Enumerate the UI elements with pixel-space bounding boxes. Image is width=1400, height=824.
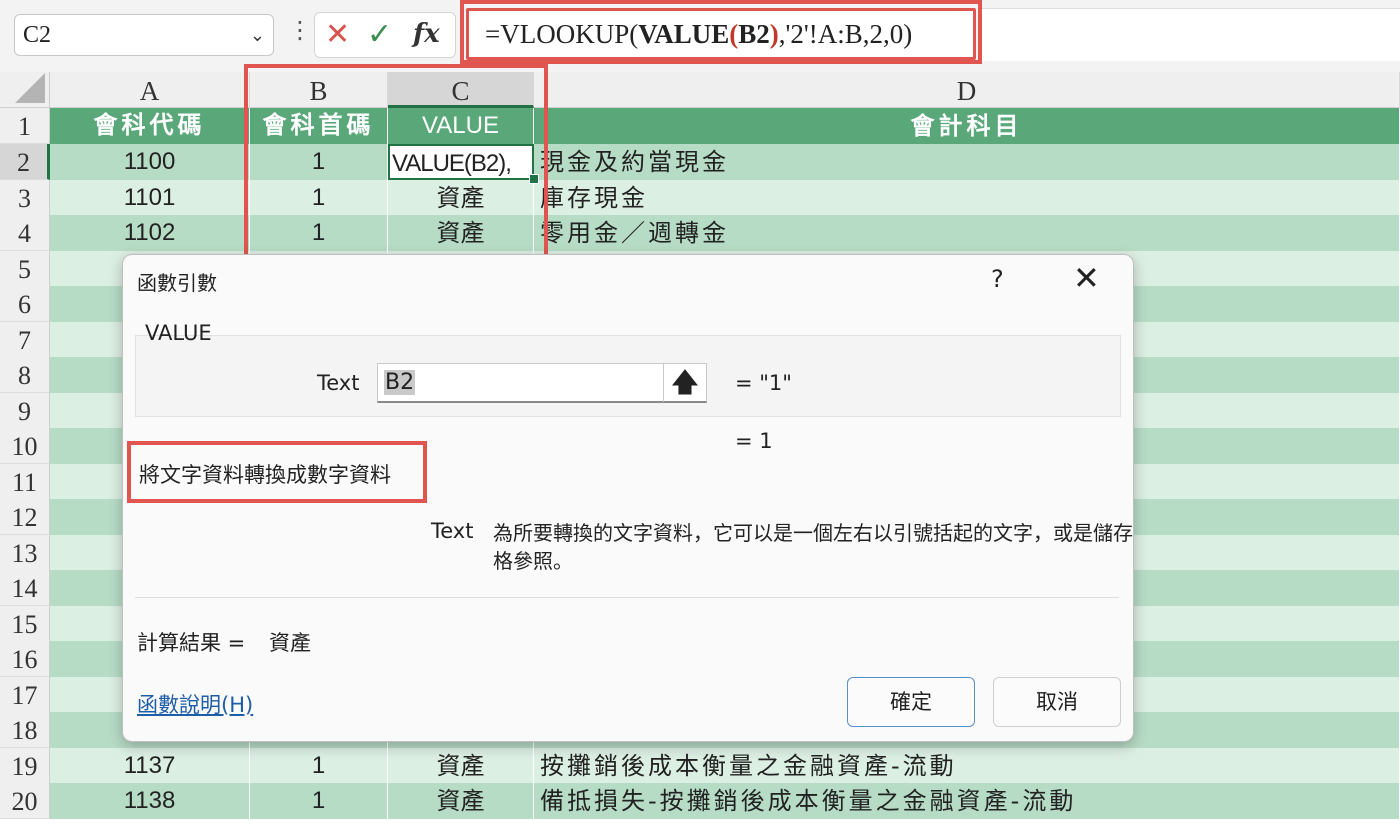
function-description: 將文字資料轉換成數字資料 (139, 463, 391, 487)
cell-d[interactable]: 庫存現金 (534, 179, 1400, 216)
divider (135, 597, 1119, 598)
row-number[interactable]: 6 (0, 286, 50, 322)
row-number[interactable]: 4 (0, 215, 50, 251)
header-cell-d[interactable]: 會計科目 (534, 108, 1400, 144)
cell-c[interactable]: 資產 (388, 783, 534, 819)
row-number[interactable]: 7 (0, 321, 50, 358)
table-row: 19 1137 1 資產 按攤銷後成本衡量之金融資產-流動 (0, 747, 1400, 784)
function-description-box: 將文字資料轉換成數字資料 (127, 441, 427, 503)
result-value: 資產 (269, 631, 311, 655)
row-number[interactable]: 18 (0, 712, 50, 748)
table-row: 20 1138 1 資產 備抵損失-按攤銷後成本衡量之金融資產-流動 (0, 783, 1400, 819)
row-number[interactable]: 9 (0, 392, 50, 429)
formula-func: VALUE (638, 19, 730, 49)
row-number[interactable]: 8 (0, 357, 50, 393)
fill-handle[interactable] (529, 174, 539, 184)
table-row: 4 1102 1 資產 零用金／週轉金 (0, 215, 1400, 251)
collapse-dialog-icon[interactable]: 🡅 (663, 364, 706, 402)
cell-b[interactable]: 1 (250, 215, 388, 251)
header-cell-a[interactable]: 會科代碼 (50, 108, 250, 144)
chevron-down-icon[interactable]: ⌄ (250, 15, 265, 55)
name-box-value: C2 (23, 22, 52, 48)
row-number[interactable]: 11 (0, 463, 50, 500)
dialog-title: 函數引數 (137, 271, 217, 295)
cell-a[interactable]: 1100 (50, 144, 250, 180)
cancel-button[interactable]: 取消 (993, 677, 1121, 727)
row-number[interactable]: 10 (0, 428, 50, 464)
row-number[interactable]: 17 (0, 676, 50, 713)
cell-c[interactable]: 資產 (388, 747, 534, 784)
header-cell-c[interactable]: VALUE (388, 108, 534, 144)
row-number[interactable]: 2 (0, 144, 50, 180)
cell-b[interactable]: 1 (250, 144, 388, 180)
select-all-corner[interactable] (0, 72, 50, 108)
row-number[interactable]: 12 (0, 499, 50, 535)
row-number[interactable]: 5 (0, 250, 50, 287)
function-name: VALUE (145, 321, 212, 345)
formula-actions: ✕ ✓ fx (314, 12, 456, 58)
name-box[interactable]: C2 ⌄ (14, 14, 274, 56)
function-help-link[interactable]: 函數說明(H) (137, 689, 253, 719)
formula-suffix: ,'2'!A:B,2,0) (778, 19, 913, 49)
header-cell-b[interactable]: 會科首碼 (250, 108, 388, 144)
ok-button[interactable]: 確定 (847, 677, 975, 727)
row-number[interactable]: 15 (0, 605, 50, 642)
row-number[interactable]: 14 (0, 570, 50, 606)
cell-d[interactable]: 備抵損失-按攤銷後成本衡量之金融資產-流動 (534, 783, 1400, 819)
column-header-b[interactable]: B (250, 72, 388, 108)
cell-c[interactable]: 資產 (388, 179, 534, 216)
result-label: 計算結果 = (137, 631, 246, 655)
formula-prefix: =VLOOKUP( (485, 19, 639, 49)
table-row: 2 1100 1 VALUE(B2), 現金及約當現金 (0, 144, 1400, 180)
argument-description: 為所要轉換的文字資料，它可以是一個左右以引號括起的文字，或是儲存格參照。 (493, 521, 1133, 573)
cell-a[interactable]: 1137 (50, 747, 250, 784)
cell-d[interactable]: 現金及約當現金 (534, 144, 1400, 180)
column-header-d[interactable]: D (534, 72, 1400, 108)
formula-paren-close: ) (769, 19, 779, 49)
argument-result: = "1" (735, 371, 792, 395)
row-number[interactable]: 20 (0, 783, 50, 819)
cell-a[interactable]: 1138 (50, 783, 250, 819)
argument-label: Text (317, 371, 360, 395)
cancel-icon[interactable]: ✕ (325, 17, 350, 52)
argument-value: B2 (384, 370, 416, 395)
close-icon[interactable]: ✕ (1073, 259, 1100, 297)
table-header-row: 1 會科代碼 會科首碼 VALUE 會計科目 (0, 108, 1400, 144)
cell-c[interactable]: VALUE(B2), (388, 144, 534, 180)
cell-a[interactable]: 1101 (50, 179, 250, 216)
formula-paren-open: ( (729, 19, 739, 49)
text-argument-input[interactable]: B2 🡅 (377, 363, 707, 403)
row-number[interactable]: 3 (0, 179, 50, 216)
cell-c[interactable]: 資產 (388, 215, 534, 251)
cell-d[interactable]: 零用金／週轉金 (534, 215, 1400, 251)
cell-a[interactable]: 1102 (50, 215, 250, 251)
table-row: 3 1101 1 資產 庫存現金 (0, 179, 1400, 216)
argument-name: Text (431, 519, 474, 543)
row-number[interactable]: 19 (0, 747, 50, 784)
formula-input[interactable]: =VLOOKUP(VALUE(B2),'2'!A:B,2,0) (466, 8, 976, 60)
cell-b[interactable]: 1 (250, 179, 388, 216)
cell-b[interactable]: 1 (250, 783, 388, 819)
formula-input-area[interactable] (980, 8, 1400, 61)
row-number[interactable]: 16 (0, 641, 50, 677)
column-header-a[interactable]: A (50, 72, 250, 108)
help-icon[interactable]: ? (991, 265, 1004, 293)
formula-arg: B2 (738, 19, 770, 49)
function-arguments-dialog: 函數引數 ? ✕ VALUE Text B2 🡅 = "1" = 1 將文字資料… (122, 254, 1134, 742)
row-number[interactable]: 13 (0, 534, 50, 571)
insert-function-icon[interactable]: fx (413, 19, 440, 49)
more-options-icon[interactable]: ⋮ (288, 16, 312, 44)
row-number[interactable]: 1 (0, 108, 50, 144)
function-result: = 1 (735, 429, 773, 453)
cell-b[interactable]: 1 (250, 747, 388, 784)
column-header-c[interactable]: C (388, 72, 534, 108)
formula-bar: C2 ⌄ ⋮ ✕ ✓ fx =VLOOKUP(VALUE(B2),'2'!A:B… (0, 0, 1400, 72)
cell-d[interactable]: 按攤銷後成本衡量之金融資產-流動 (534, 747, 1400, 784)
enter-check-icon[interactable]: ✓ (367, 17, 392, 52)
